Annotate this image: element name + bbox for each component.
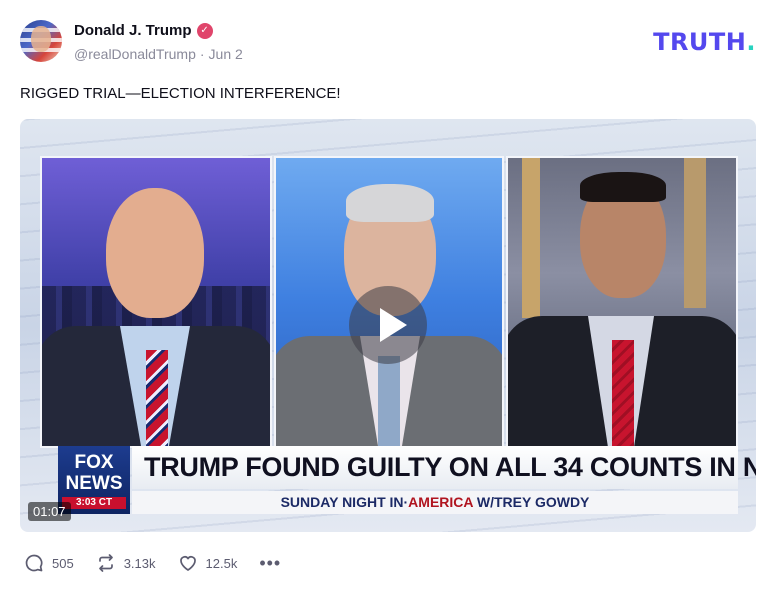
like-button[interactable]: 12.5k: [178, 553, 238, 573]
author-name-row: Donald J. Trump ✓: [74, 22, 213, 39]
tie: [146, 350, 168, 446]
show-title: SUNDAY NIGHT IN·AMERICA W/TREY GOWDY: [132, 491, 738, 514]
network-line-2: NEWS: [65, 473, 123, 494]
author-display-name[interactable]: Donald J. Trump: [74, 22, 192, 39]
show-title-part-1: SUNDAY NIGHT IN·: [280, 494, 409, 510]
post-text: RIGGED TRIAL—ELECTION INTERFERENCE!: [20, 85, 341, 102]
video-duration: 01:07: [28, 502, 71, 521]
logo-dot: .: [746, 28, 756, 56]
person-hair: [580, 172, 666, 202]
retruth-icon: [98, 554, 113, 572]
avatar-portrait: [31, 26, 51, 52]
news-lower-third: FOX NEWS 3:03 CT TRUMP FOUND GUILTY ON A…: [58, 446, 756, 514]
show-title-part-2: AMERICA: [408, 494, 473, 510]
author-meta: @realDonaldTrump · Jun 2: [74, 46, 243, 62]
play-icon: [380, 308, 407, 342]
truth-post: Donald J. Trump ✓ @realDonaldTrump · Jun…: [0, 0, 777, 595]
video-panel-right: [506, 156, 738, 448]
verified-badge-icon: ✓: [196, 22, 213, 39]
news-headline: TRUMP FOUND GUILTY ON ALL 34 COUNTS IN N…: [132, 446, 756, 489]
background-column: [522, 158, 540, 318]
broadcast-timestamp: 3:03 CT: [62, 497, 126, 509]
post-date[interactable]: Jun 2: [209, 46, 243, 62]
person-head: [106, 188, 204, 318]
truth-social-logo[interactable]: TRUTH.: [653, 28, 756, 56]
post-actions: 505 3.13k 12.5k •••: [24, 553, 303, 573]
more-options-button[interactable]: •••: [259, 553, 282, 573]
play-button[interactable]: [349, 286, 427, 364]
background-column: [684, 158, 706, 308]
retruth-count: 3.13k: [123, 555, 156, 571]
video-player[interactable]: FOX NEWS 3:03 CT TRUMP FOUND GUILTY ON A…: [20, 119, 756, 532]
author-handle[interactable]: @realDonaldTrump: [74, 46, 196, 62]
person-hair: [346, 184, 434, 222]
show-title-part-3: W/TREY GOWDY: [472, 494, 590, 510]
reply-icon: [25, 554, 43, 572]
meta-separator: ·: [199, 46, 205, 62]
tie: [612, 340, 634, 446]
more-icon: •••: [259, 553, 282, 573]
network-line-1: FOX: [74, 452, 114, 473]
logo-text: TRUTH: [653, 28, 747, 56]
retruth-button[interactable]: 3.13k: [96, 553, 156, 573]
like-count: 12.5k: [205, 555, 238, 571]
reply-button[interactable]: 505: [24, 553, 74, 573]
reply-count: 505: [52, 555, 74, 571]
like-icon: [179, 556, 196, 571]
tie: [378, 356, 400, 446]
video-panel-left: [40, 156, 272, 448]
avatar[interactable]: [20, 20, 62, 62]
